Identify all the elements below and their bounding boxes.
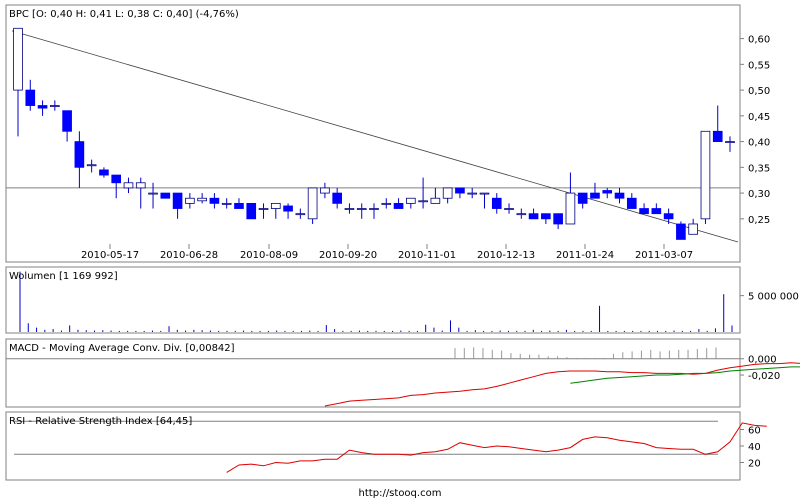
candle [614, 192, 625, 199]
volume-legend: Wolumen [1 169 992] [9, 271, 118, 282]
candle [270, 202, 281, 209]
candle [541, 213, 551, 220]
price-y-axis: 0,25 0,30 0,35 0,40 0,45 0,50 0,55 0,60 [740, 35, 770, 226]
candle [13, 27, 23, 91]
candle [86, 164, 97, 167]
candle [74, 141, 85, 168]
candle [37, 105, 48, 109]
price-x-tick-label: 2011-03-07 [635, 250, 693, 261]
price-y-tick-label: 0,30 [748, 189, 770, 200]
candle [246, 202, 257, 220]
candle [307, 187, 318, 220]
rsi-y-tick-label: 40 [748, 442, 761, 453]
candle [111, 174, 122, 184]
candle [381, 202, 392, 205]
price-y-tick-label: 0,60 [748, 35, 770, 46]
candle [123, 182, 134, 189]
candle [430, 197, 441, 204]
candle [516, 213, 527, 216]
price-x-tick-label: 2010-09-20 [319, 250, 377, 261]
price-legend: BPC [O: 0,40 H: 0,41 L: 0,38 C: 0,40] (-… [9, 9, 239, 20]
candle [565, 192, 576, 225]
price-x-tick-label: 2010-08-09 [240, 250, 298, 261]
rsi-legend: RSI - Relative Strength Index [64,45] [9, 416, 192, 427]
candle [135, 182, 146, 189]
candle [504, 208, 514, 210]
candle [344, 208, 355, 210]
candle [725, 141, 735, 143]
candle [639, 208, 649, 215]
price-panel-frame [5, 4, 741, 263]
candle [455, 187, 465, 194]
candle [663, 213, 674, 220]
volume-y-axis: 5 000 000 [740, 292, 799, 303]
candle [258, 208, 269, 210]
candle [491, 197, 502, 209]
candle [479, 192, 490, 195]
candle [393, 202, 404, 209]
candle [577, 192, 588, 204]
candle [234, 202, 244, 209]
macd-panel: 0,000 -0,020 MACD - Moving Average Conv. … [5, 338, 800, 408]
price-y-tick-label: 0,55 [748, 60, 770, 71]
candle [406, 197, 416, 204]
candle [676, 223, 686, 240]
macd-y-tick-label: -0,020 [748, 371, 780, 382]
candle [283, 205, 293, 212]
macd-y-tick-label: 0,000 [748, 355, 777, 366]
candle [602, 190, 613, 194]
price-y-tick-label: 0,45 [748, 112, 770, 123]
candle [209, 197, 220, 204]
footer-link[interactable]: http://stooq.com [359, 488, 442, 499]
price-y-tick-label: 0,40 [748, 138, 770, 149]
candle [295, 213, 306, 216]
candle [626, 197, 637, 209]
candle [185, 197, 195, 204]
candle [320, 187, 330, 194]
volume-y-tick-label: 5 000 000 [748, 292, 799, 303]
price-x-tick-label: 2010-11-01 [398, 250, 456, 261]
rsi-panel: 60 40 20 RSI - Relative Strength Index [64… [5, 411, 767, 481]
candle [590, 192, 600, 199]
candle [172, 192, 183, 209]
candle [160, 192, 171, 199]
candle [148, 192, 158, 195]
price-y-tick-label: 0,35 [748, 163, 770, 174]
price-panel: 0,25 0,30 0,35 0,40 0,45 0,50 0,55 0,60 2010-05… [5, 4, 770, 263]
candle [62, 110, 72, 132]
rsi-y-tick-label: 60 [748, 426, 761, 437]
candle [99, 169, 109, 176]
candle [356, 208, 367, 210]
candle [197, 197, 207, 202]
chart-canvas: 0,25 0,30 0,35 0,40 0,45 0,50 0,55 0,60 2010-05… [5, 4, 800, 499]
candle [467, 192, 478, 195]
candle [688, 223, 698, 235]
candle [332, 192, 342, 204]
candle [369, 208, 379, 210]
candle [50, 105, 60, 107]
candle [700, 130, 711, 220]
candle [712, 130, 723, 142]
candle [553, 213, 563, 225]
rsi-y-tick-label: 20 [748, 459, 761, 470]
price-x-tick-label: 2010-05-17 [81, 250, 139, 261]
volume-panel: 5 000 000 Wolumen [1 169 992] [5, 266, 799, 334]
macd-legend: MACD - Moving Average Conv. Div. [0,0084… [9, 343, 235, 354]
price-x-tick-label: 2010-12-13 [477, 250, 535, 261]
candle [528, 213, 539, 220]
price-y-tick-label: 0,50 [748, 86, 770, 97]
price-y-tick-label: 0,25 [748, 215, 770, 226]
price-x-tick-label: 2010-06-28 [160, 250, 218, 261]
candle [651, 208, 662, 215]
rsi-y-axis: 60 40 20 [740, 426, 761, 470]
candle [418, 200, 428, 203]
candle [221, 202, 232, 205]
candle [25, 89, 36, 106]
candle [442, 187, 453, 199]
price-x-tick-label: 2011-01-24 [556, 250, 614, 261]
